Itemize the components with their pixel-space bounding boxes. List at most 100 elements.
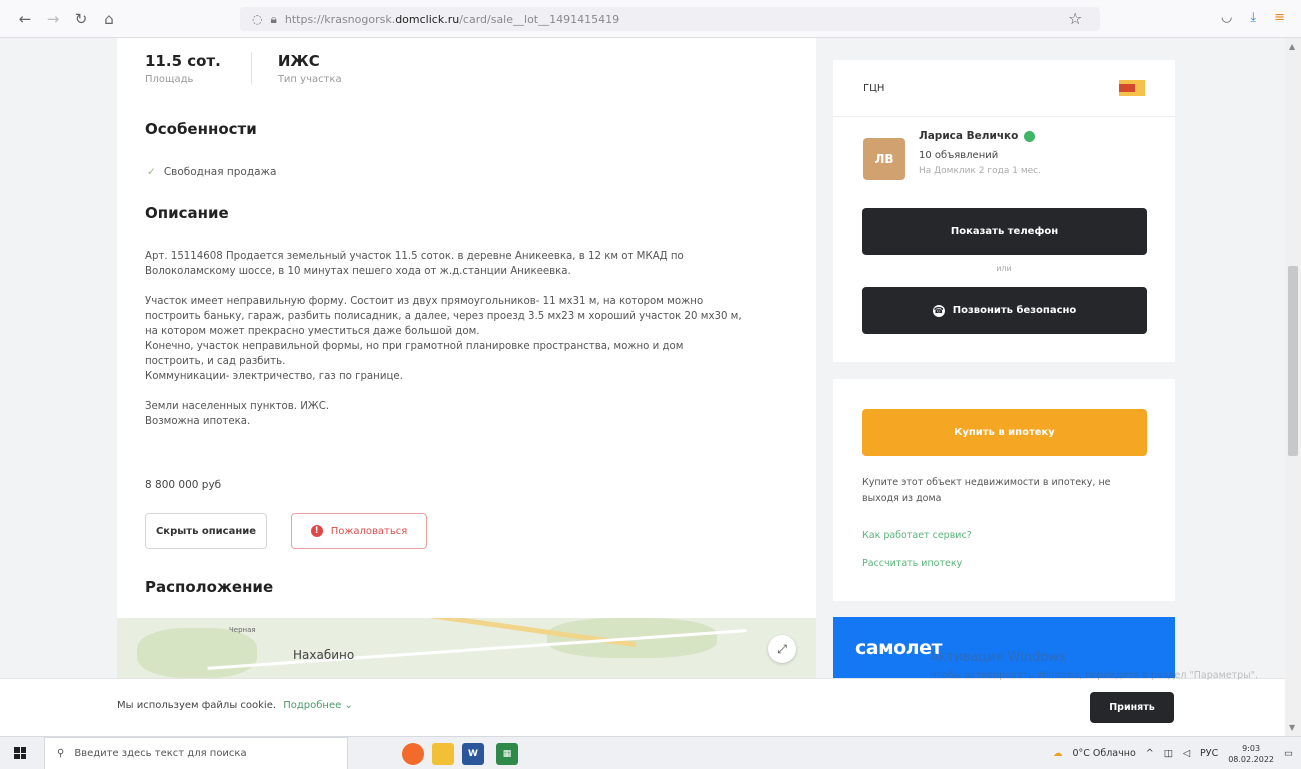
listing-details-card: 11.5 сот. Площадь ИЖС Тип участка Особен… [117, 38, 816, 678]
check-icon: ✓ [147, 166, 156, 178]
notifications-icon[interactable]: ▭ [1284, 748, 1293, 759]
scroll-up-icon[interactable]: ▲ [1289, 42, 1295, 51]
params-row: 11.5 сот. Площадь ИЖС Тип участка [145, 52, 372, 85]
call-safe-label: Позвонить безопасно [952, 305, 1077, 316]
pocket-icon[interactable]: ◡ [1221, 10, 1232, 25]
how-service-works-link[interactable]: Как работает сервис? [862, 530, 972, 541]
features-title: Особенности [145, 120, 257, 138]
agent-card: ГЦН ЛВ Лариса Величко 10 объявлений На Д… [833, 60, 1175, 362]
bookmark-star-icon[interactable]: ☆ [1068, 9, 1082, 28]
ad-brand-logo: самолет [855, 637, 942, 659]
param-area-value: 11.5 сот. [145, 52, 221, 70]
agency-row[interactable]: ГЦН [833, 60, 1175, 117]
hide-description-button[interactable]: Скрыть описание [145, 513, 267, 549]
complain-button[interactable]: ! Пожаловаться [291, 513, 427, 549]
map-green-area [137, 628, 257, 678]
agent-name-text: Лариса Величко [919, 130, 1019, 142]
start-button[interactable] [0, 737, 40, 769]
chevron-down-icon: ⌄ [344, 700, 353, 711]
taskbar-search[interactable]: ⚲ Введите здесь текст для поиска [44, 737, 348, 769]
description-paragraph: Земли населенных пунктов. ИЖС. Возможна … [145, 401, 330, 427]
search-icon: ⚲ [57, 748, 65, 759]
home-icon[interactable]: ⌂ [98, 8, 120, 30]
or-separator: или [996, 264, 1012, 273]
agent-name: Лариса Величко [919, 130, 1041, 142]
word-icon[interactable]: W [462, 743, 484, 765]
param-type: ИЖС Тип участка [250, 52, 372, 85]
feature-item: ✓ Свободная продажа [147, 166, 276, 178]
scroll-down-icon[interactable]: ▼ [1289, 723, 1295, 732]
cookie-more-link[interactable]: Подробнее ⌄ [283, 700, 353, 711]
windows-logo-icon [14, 747, 26, 759]
param-area-label: Площадь [145, 74, 194, 85]
volume-icon[interactable]: ◁ [1183, 748, 1190, 759]
reload-icon[interactable]: ↻ [70, 8, 92, 30]
weather-icon: ☁ [1052, 748, 1063, 759]
lock-icon: 🔒︎ [270, 11, 277, 26]
page-scrollbar[interactable]: ▲ ▼ [1285, 38, 1301, 736]
avatar: ЛВ [863, 138, 905, 180]
language-indicator[interactable]: РУС [1200, 748, 1218, 759]
system-tray: ☁ 0°C Облачно ^ ◫ ◁ РУС 9:03 08.02.2022 … [1053, 737, 1293, 769]
calculate-mortgage-link[interactable]: Рассчитать ипотеку [862, 558, 962, 569]
param-type-label: Тип участка [277, 74, 342, 85]
buy-mortgage-button[interactable]: Купить в ипотеку [862, 409, 1147, 456]
shield-icon: ◌ [252, 12, 263, 26]
location-map[interactable]: Черная Нахабино ⤢ [117, 618, 816, 678]
accept-cookies-button[interactable]: Принять [1090, 692, 1174, 723]
extensions-icon[interactable]: ≡ [1274, 10, 1285, 25]
agent-since: На Домклик 2 года 1 мес. [919, 166, 1041, 176]
shield-phone-icon: ☎ [932, 304, 945, 317]
taskbar-search-placeholder: Введите здесь текст для поиска [74, 748, 247, 759]
warning-icon: ! [310, 525, 323, 537]
mortgage-description: Купите этот объект недвижимости в ипотек… [862, 477, 1111, 504]
expand-map-icon[interactable]: ⤢ [768, 635, 796, 663]
verified-icon [1024, 130, 1036, 142]
description-paragraph: Арт. 15114608 Продается земельный участо… [145, 251, 684, 277]
agency-logo [1119, 80, 1145, 96]
map-city-label: Нахабино [293, 648, 355, 662]
mortgage-card: Купить в ипотеку Купите этот объект недв… [833, 379, 1175, 601]
network-icon[interactable]: ◫ [1164, 748, 1173, 759]
url-prefix: https://krasnogorsk. [284, 12, 396, 26]
feature-label: Свободная продажа [163, 166, 277, 178]
back-icon[interactable]: ← [14, 8, 36, 30]
forward-icon[interactable]: → [42, 8, 64, 30]
agent-listings-count: 10 объявлений [919, 150, 999, 161]
download-icon[interactable]: ⤓ [1250, 10, 1256, 25]
chevron-up-icon[interactable]: ^ [1146, 748, 1154, 759]
agent-info[interactable]: ЛВ Лариса Величко 10 объявлений На Домкл… [863, 130, 1041, 180]
cookie-message: Мы используем файлы cookie. [117, 700, 277, 711]
map-place-label: Черная [229, 626, 256, 634]
app-icon[interactable]: ▦ [496, 743, 518, 765]
address-bar[interactable]: ◌ 🔒︎ https://krasnogorsk. domclick.ru/car… [240, 7, 1100, 31]
price-text: 8 800 000 руб [145, 479, 222, 491]
file-explorer-icon[interactable] [432, 743, 454, 765]
param-area: 11.5 сот. Площадь [145, 52, 251, 85]
firefox-icon[interactable] [402, 743, 424, 765]
windows-activation-watermark: Активация Windows Чтобы активировать Win… [930, 650, 1270, 682]
watermark-subtitle: Чтобы активировать Windows, перейдите в … [930, 670, 1259, 681]
watermark-title: Активация Windows [930, 650, 1066, 665]
cookie-banner: Мы используем файлы cookie. Подробнее ⌄ … [0, 678, 1285, 736]
show-phone-button[interactable]: Показать телефон [862, 208, 1147, 255]
cookie-text: Мы используем файлы cookie. Подробнее ⌄ [117, 700, 353, 711]
url-suffix: /card/sale__lot__1491415419 [459, 12, 620, 26]
clock[interactable]: 9:03 08.02.2022 [1228, 743, 1274, 765]
param-type-value: ИЖС [277, 52, 320, 70]
clock-date: 08.02.2022 [1228, 754, 1275, 764]
location-title: Расположение [145, 578, 274, 596]
url-domain: domclick.ru [395, 12, 460, 26]
complain-label: Пожаловаться [330, 525, 408, 537]
weather-text[interactable]: 0°C Облачно [1072, 748, 1135, 759]
cookie-more-label: Подробнее [283, 700, 342, 711]
agency-name: ГЦН [863, 82, 885, 94]
scrollbar-thumb[interactable] [1288, 266, 1298, 456]
call-safe-button[interactable]: ☎ Позвонить безопасно [862, 287, 1147, 334]
clock-time: 9:03 [1242, 743, 1261, 753]
description-text: Арт. 15114608 Продается земельный участо… [145, 249, 795, 444]
windows-taskbar: ⚲ Введите здесь текст для поиска W ▦ ☁ 0… [0, 736, 1301, 769]
description-paragraph: Участок имеет неправильную форму. Состои… [145, 296, 742, 382]
description-title: Описание [145, 204, 229, 222]
browser-toolbar: ← → ↻ ⌂ ◌ 🔒︎ https://krasnogorsk. domclic… [0, 0, 1301, 38]
